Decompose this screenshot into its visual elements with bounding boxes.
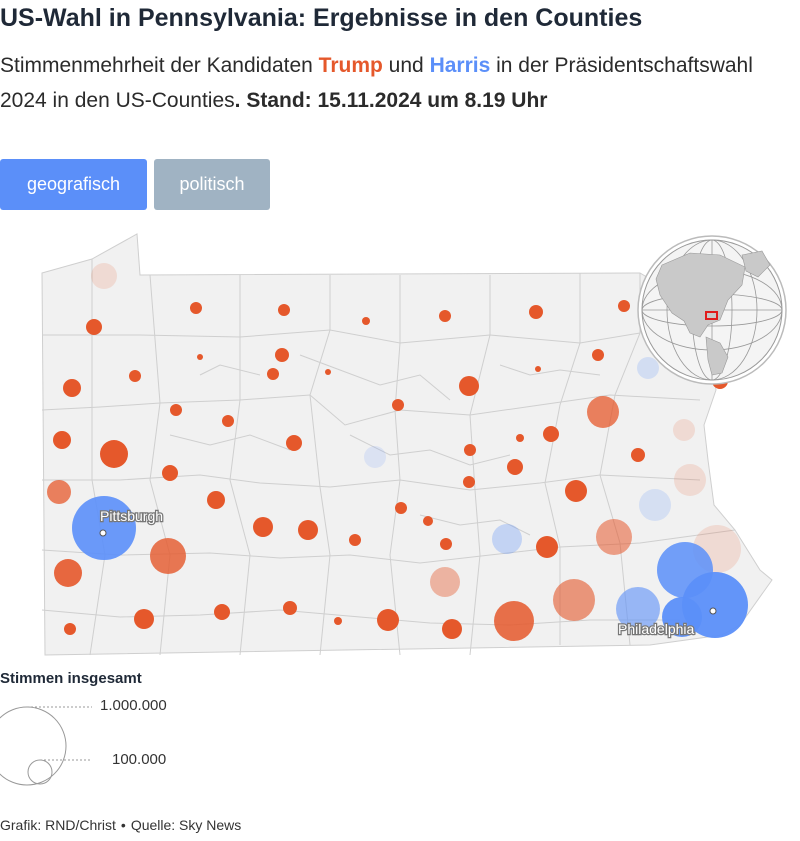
county-circle[interactable] — [674, 464, 706, 496]
harris-label: Harris — [429, 54, 491, 77]
county-circle[interactable] — [283, 601, 297, 615]
county-circle[interactable] — [618, 300, 630, 312]
legend-label-small: 100.000 — [112, 751, 167, 768]
county-circle[interactable] — [47, 480, 71, 504]
county-circle[interactable] — [430, 567, 460, 597]
footer-source: Quelle: Sky News — [130, 817, 242, 833]
county-circle[interactable] — [596, 519, 632, 555]
county-circle[interactable] — [553, 579, 595, 621]
county-circle[interactable] — [91, 263, 117, 289]
county-circle[interactable] — [53, 431, 71, 449]
county-circle[interactable] — [459, 376, 479, 396]
county-circle[interactable] — [349, 534, 361, 546]
legend-circle-large — [0, 706, 67, 786]
footer: Grafik: RND/Christ • Quelle: Sky News — [0, 817, 241, 833]
county-circle[interactable] — [492, 524, 522, 554]
county-circle[interactable] — [207, 491, 225, 509]
county-circle[interactable] — [536, 536, 558, 558]
subtitle-intro: Stimmenmehrheit der Kandidaten — [0, 54, 319, 77]
county-circle[interactable] — [516, 434, 524, 442]
legend-title: Stimmen insgesamt — [0, 670, 142, 687]
county-circle[interactable] — [463, 476, 475, 488]
subtitle: Stimmenmehrheit der Kandidaten Trump und… — [0, 48, 790, 118]
county-circle[interactable] — [439, 310, 451, 322]
county-circle[interactable] — [637, 357, 659, 379]
county-circle[interactable] — [63, 379, 81, 397]
county-circle[interactable] — [423, 516, 433, 526]
globe-locator-icon — [637, 235, 787, 385]
county-circle[interactable] — [64, 623, 76, 635]
county-circle[interactable] — [100, 440, 128, 468]
county-circle[interactable] — [134, 609, 154, 629]
county-map: Pittsburgh Philadelphia — [41, 233, 787, 656]
geographic-view-button[interactable]: geografisch — [0, 159, 147, 210]
county-circle[interactable] — [190, 302, 202, 314]
county-circle[interactable] — [334, 617, 342, 625]
county-circle[interactable] — [197, 354, 203, 360]
county-circle[interactable] — [170, 404, 182, 416]
county-circle[interactable] — [325, 369, 331, 375]
city-dot-icon — [99, 529, 107, 537]
county-circle[interactable] — [673, 419, 695, 441]
footer-separator: • — [120, 817, 126, 833]
legend-circle-small — [27, 759, 53, 785]
county-circle[interactable] — [592, 349, 604, 361]
county-circle[interactable] — [535, 366, 541, 372]
legend-label-large: 1.000.000 — [100, 697, 167, 714]
timestamp: . Stand: 15.11.2024 um 8.19 Uhr — [234, 89, 548, 112]
county-circle[interactable] — [587, 396, 619, 428]
county-circle[interactable] — [150, 538, 186, 574]
county-circle[interactable] — [494, 601, 534, 641]
county-circle[interactable] — [364, 446, 386, 468]
county-circle[interactable] — [442, 619, 462, 639]
county-circle[interactable] — [440, 538, 452, 550]
county-circle[interactable] — [275, 348, 289, 362]
city-label-pittsburgh: Pittsburgh — [100, 508, 163, 524]
county-circle[interactable] — [267, 368, 279, 380]
county-circle[interactable] — [298, 520, 318, 540]
county-circle[interactable] — [278, 304, 290, 316]
county-circle[interactable] — [639, 489, 671, 521]
political-view-button[interactable]: politisch — [154, 159, 270, 210]
county-circle[interactable] — [392, 399, 404, 411]
county-circle[interactable] — [214, 604, 230, 620]
county-circle[interactable] — [507, 459, 523, 475]
page-title: US-Wahl in Pennsylvania: Ergebnisse in d… — [0, 4, 643, 32]
county-circle[interactable] — [565, 480, 587, 502]
county-circle[interactable] — [529, 305, 543, 319]
county-circle[interactable] — [253, 517, 273, 537]
city-dot-icon — [709, 607, 717, 615]
county-circle[interactable] — [543, 426, 559, 442]
county-circle[interactable] — [631, 448, 645, 462]
county-circle[interactable] — [395, 502, 407, 514]
county-circle[interactable] — [54, 559, 82, 587]
county-circle[interactable] — [377, 609, 399, 631]
county-circle[interactable] — [222, 415, 234, 427]
county-circle[interactable] — [464, 444, 476, 456]
trump-label: Trump — [318, 54, 383, 77]
county-circle[interactable] — [129, 370, 141, 382]
subtitle-conjunction: und — [382, 54, 430, 77]
county-circle[interactable] — [72, 496, 136, 560]
county-circle[interactable] — [86, 319, 102, 335]
county-circle[interactable] — [162, 465, 178, 481]
footer-credit: Grafik: RND/Christ — [0, 817, 116, 833]
county-circle[interactable] — [286, 435, 302, 451]
city-label-philadelphia: Philadelphia — [618, 621, 694, 637]
county-circle[interactable] — [362, 317, 370, 325]
